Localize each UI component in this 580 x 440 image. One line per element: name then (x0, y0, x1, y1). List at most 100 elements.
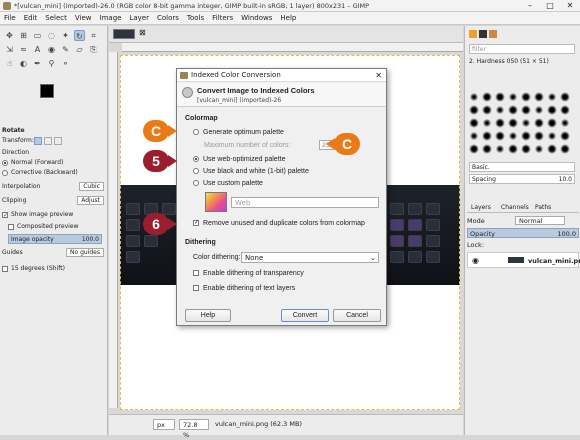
tab-channels[interactable]: Channels (501, 202, 529, 213)
brush-thumbnail[interactable] (508, 92, 518, 102)
menu-colors[interactable]: Colors (153, 12, 183, 25)
mode-select[interactable]: Normal (515, 216, 565, 225)
rect-select-icon[interactable]: ▭ (32, 30, 43, 41)
minimize-button[interactable]: – (520, 0, 540, 12)
rotate-tool-icon[interactable]: ↻ (74, 30, 85, 41)
image-tab-close-icon[interactable]: ⊠ (139, 28, 146, 37)
clone-tool-icon[interactable]: ⎘ (88, 44, 99, 55)
image-opacity-slider[interactable]: Image opacity 100.0 (8, 234, 102, 244)
brush-thumbnail[interactable] (469, 105, 479, 115)
layer-item[interactable]: ◉ vulcan_mini.png (467, 252, 580, 268)
brush-thumbnail[interactable] (508, 144, 518, 154)
scale-tool-icon[interactable]: ⇲ (4, 44, 15, 55)
clipping-select[interactable]: Adjust (77, 196, 104, 205)
brush-thumbnail[interactable] (482, 105, 492, 115)
crop-tool-icon[interactable]: ⌗ (88, 30, 99, 41)
interpolation-select[interactable]: Cubic (79, 182, 104, 191)
guides-select[interactable]: No guides (66, 248, 104, 257)
brush-thumbnail[interactable] (547, 105, 557, 115)
transform-selection-icon[interactable] (44, 137, 52, 145)
paths-tool-icon[interactable]: ✒ (32, 58, 43, 69)
cancel-button[interactable]: Cancel (333, 309, 381, 322)
dither-text-layers-checkbox[interactable]: Enable dithering of text layers (193, 284, 295, 293)
brush-thumbnail[interactable] (560, 131, 570, 141)
brush-thumbnail[interactable] (508, 118, 518, 128)
remove-unused-checkbox[interactable]: ✓ Remove unused and duplicate colors from… (193, 219, 365, 228)
brush-thumbnail[interactable] (495, 118, 505, 128)
brush-thumbnail[interactable] (534, 144, 544, 154)
tab-layers[interactable]: Layers (471, 202, 491, 213)
brush-thumbnail[interactable] (469, 118, 479, 128)
brush-thumbnail[interactable] (469, 92, 479, 102)
color-dithering-select[interactable]: None ⌄ (241, 252, 379, 263)
brush-thumbnail[interactable] (469, 131, 479, 141)
brush-thumbnail[interactable] (547, 92, 557, 102)
menu-filters[interactable]: Filters (208, 12, 237, 25)
tab-paths[interactable]: Paths (535, 202, 551, 213)
layer-opacity-slider[interactable]: Opacity 100.0 (467, 228, 579, 238)
dodge-icon[interactable]: ◐ (18, 58, 29, 69)
foreground-color-swatch[interactable] (40, 84, 54, 98)
composited-preview-checkbox[interactable]: Composited preview (2, 222, 106, 232)
brush-thumbnail[interactable] (508, 105, 518, 115)
brush-thumbnail[interactable] (534, 131, 544, 141)
menu-layer[interactable]: Layer (125, 12, 153, 25)
show-preview-checkbox[interactable]: ✓ Show image preview (2, 210, 106, 220)
custom-palette-select[interactable]: Web (231, 197, 379, 208)
zoom-tool-icon[interactable]: ⚬ (60, 58, 71, 69)
eraser-icon[interactable]: ▱ (74, 44, 85, 55)
zoom-select[interactable]: 72.8 % (179, 419, 209, 439)
brush-thumbnail[interactable] (560, 92, 570, 102)
brush-thumbnail[interactable] (495, 92, 505, 102)
snap-15-degrees-checkbox[interactable]: 15 degrees (Shift) (2, 264, 106, 274)
brush-thumbnail[interactable] (495, 131, 505, 141)
brush-thumbnail[interactable] (560, 144, 570, 154)
custom-palette-preview[interactable] (205, 192, 227, 212)
palette-swatch-brown[interactable] (489, 30, 497, 38)
brush-thumbnail[interactable] (482, 144, 492, 154)
brush-filter-input[interactable]: filter (469, 44, 575, 54)
move-tool-icon[interactable]: ✥ (4, 30, 15, 41)
paintbrush-icon[interactable]: ✎ (60, 44, 71, 55)
brush-thumbnail[interactable] (482, 131, 492, 141)
close-window-button[interactable]: ✕ (560, 0, 580, 12)
direction-normal-radio[interactable]: Normal (Forward) (2, 158, 106, 168)
convert-button[interactable]: Convert (281, 309, 329, 322)
transform-layer-icon[interactable] (34, 137, 42, 145)
color-picker-icon[interactable]: ⚲ (46, 58, 57, 69)
web-optimized-palette-radio[interactable]: Use web-optimized palette (193, 155, 286, 164)
brush-thumbnail[interactable] (495, 144, 505, 154)
lasso-icon[interactable]: ◌ (46, 30, 57, 41)
image-tab-thumbnail[interactable] (113, 29, 135, 39)
menu-edit[interactable]: Edit (20, 12, 42, 25)
smudge-icon[interactable]: ☝ (4, 58, 15, 69)
brush-thumbnail[interactable] (534, 105, 544, 115)
spacing-slider[interactable]: Spacing 10.0 (469, 174, 575, 184)
brush-thumbnail[interactable] (547, 131, 557, 141)
brush-thumbnail[interactable] (521, 92, 531, 102)
brush-thumbnail[interactable] (521, 131, 531, 141)
brush-thumbnail[interactable] (560, 118, 570, 128)
brush-thumbnail[interactable] (482, 118, 492, 128)
menu-help[interactable]: Help (276, 12, 300, 25)
palette-swatch-orange[interactable] (469, 30, 477, 38)
brush-thumbnail[interactable] (469, 144, 479, 154)
align-tool-icon[interactable]: ⊞ (18, 30, 29, 41)
brush-thumbnail[interactable] (534, 118, 544, 128)
brush-thumbnail[interactable] (521, 118, 531, 128)
brush-thumbnail[interactable] (547, 144, 557, 154)
text-tool-icon[interactable]: A (32, 44, 43, 55)
brush-category-select[interactable]: Basic. (469, 162, 575, 172)
brush-thumbnail[interactable] (508, 131, 518, 141)
brush-thumbnail[interactable] (560, 105, 570, 115)
direction-corrective-radio[interactable]: Corrective (Backward) (2, 168, 106, 178)
brush-thumbnail[interactable] (482, 92, 492, 102)
help-button[interactable]: Help (185, 309, 231, 322)
menu-windows[interactable]: Windows (237, 12, 276, 25)
menu-view[interactable]: View (71, 12, 96, 25)
maximize-button[interactable]: □ (540, 0, 560, 12)
black-white-palette-radio[interactable]: Use black and white (1-bit) palette (193, 167, 309, 176)
menu-select[interactable]: Select (41, 12, 71, 25)
dialog-close-icon[interactable]: ✕ (375, 69, 382, 82)
custom-palette-radio[interactable]: Use custom palette (193, 179, 263, 188)
